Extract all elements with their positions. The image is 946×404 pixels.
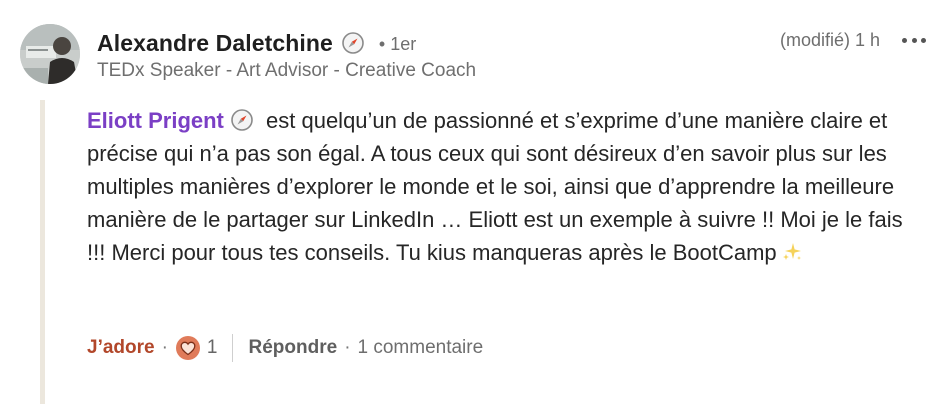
comment-card: Alexandre Daletchine • 1er TEDx Speaker …	[0, 0, 946, 404]
comment-header: Alexandre Daletchine • 1er TEDx Speaker …	[97, 26, 926, 82]
actions-divider	[231, 334, 233, 362]
love-reaction-icon[interactable]	[175, 335, 201, 361]
comment-body: Eliott Prigent est quelqu’un de passionn…	[87, 104, 919, 269]
separator-dot: ·	[161, 337, 168, 358]
avatar[interactable]	[20, 24, 80, 84]
compass-icon	[341, 31, 365, 55]
more-options-icon[interactable]	[902, 30, 926, 50]
reply-button[interactable]: Répondre	[249, 337, 338, 359]
edited-timestamp: (modifié) 1 h	[779, 29, 880, 50]
reaction-count[interactable]: 1	[207, 337, 218, 359]
author-name[interactable]: Alexandre Daletchine	[97, 30, 333, 57]
react-button[interactable]: J’adore	[87, 337, 155, 359]
comment-meta: (modifié) 1 h	[780, 26, 926, 54]
mention-link[interactable]: Eliott Prigent	[87, 108, 224, 133]
sparkles-icon	[781, 239, 803, 261]
author-headline: TEDx Speaker - Art Advisor - Creative Co…	[97, 60, 477, 81]
compass-icon	[230, 108, 254, 132]
separator-dot: ·	[344, 337, 351, 358]
connection-degree: • 1er	[378, 34, 417, 54]
reply-count-link[interactable]: 1 commentaire	[358, 337, 484, 359]
thread-line	[40, 100, 45, 404]
comment-actions: J’adore · 1 Répondre · 1 commentaire	[87, 334, 483, 362]
